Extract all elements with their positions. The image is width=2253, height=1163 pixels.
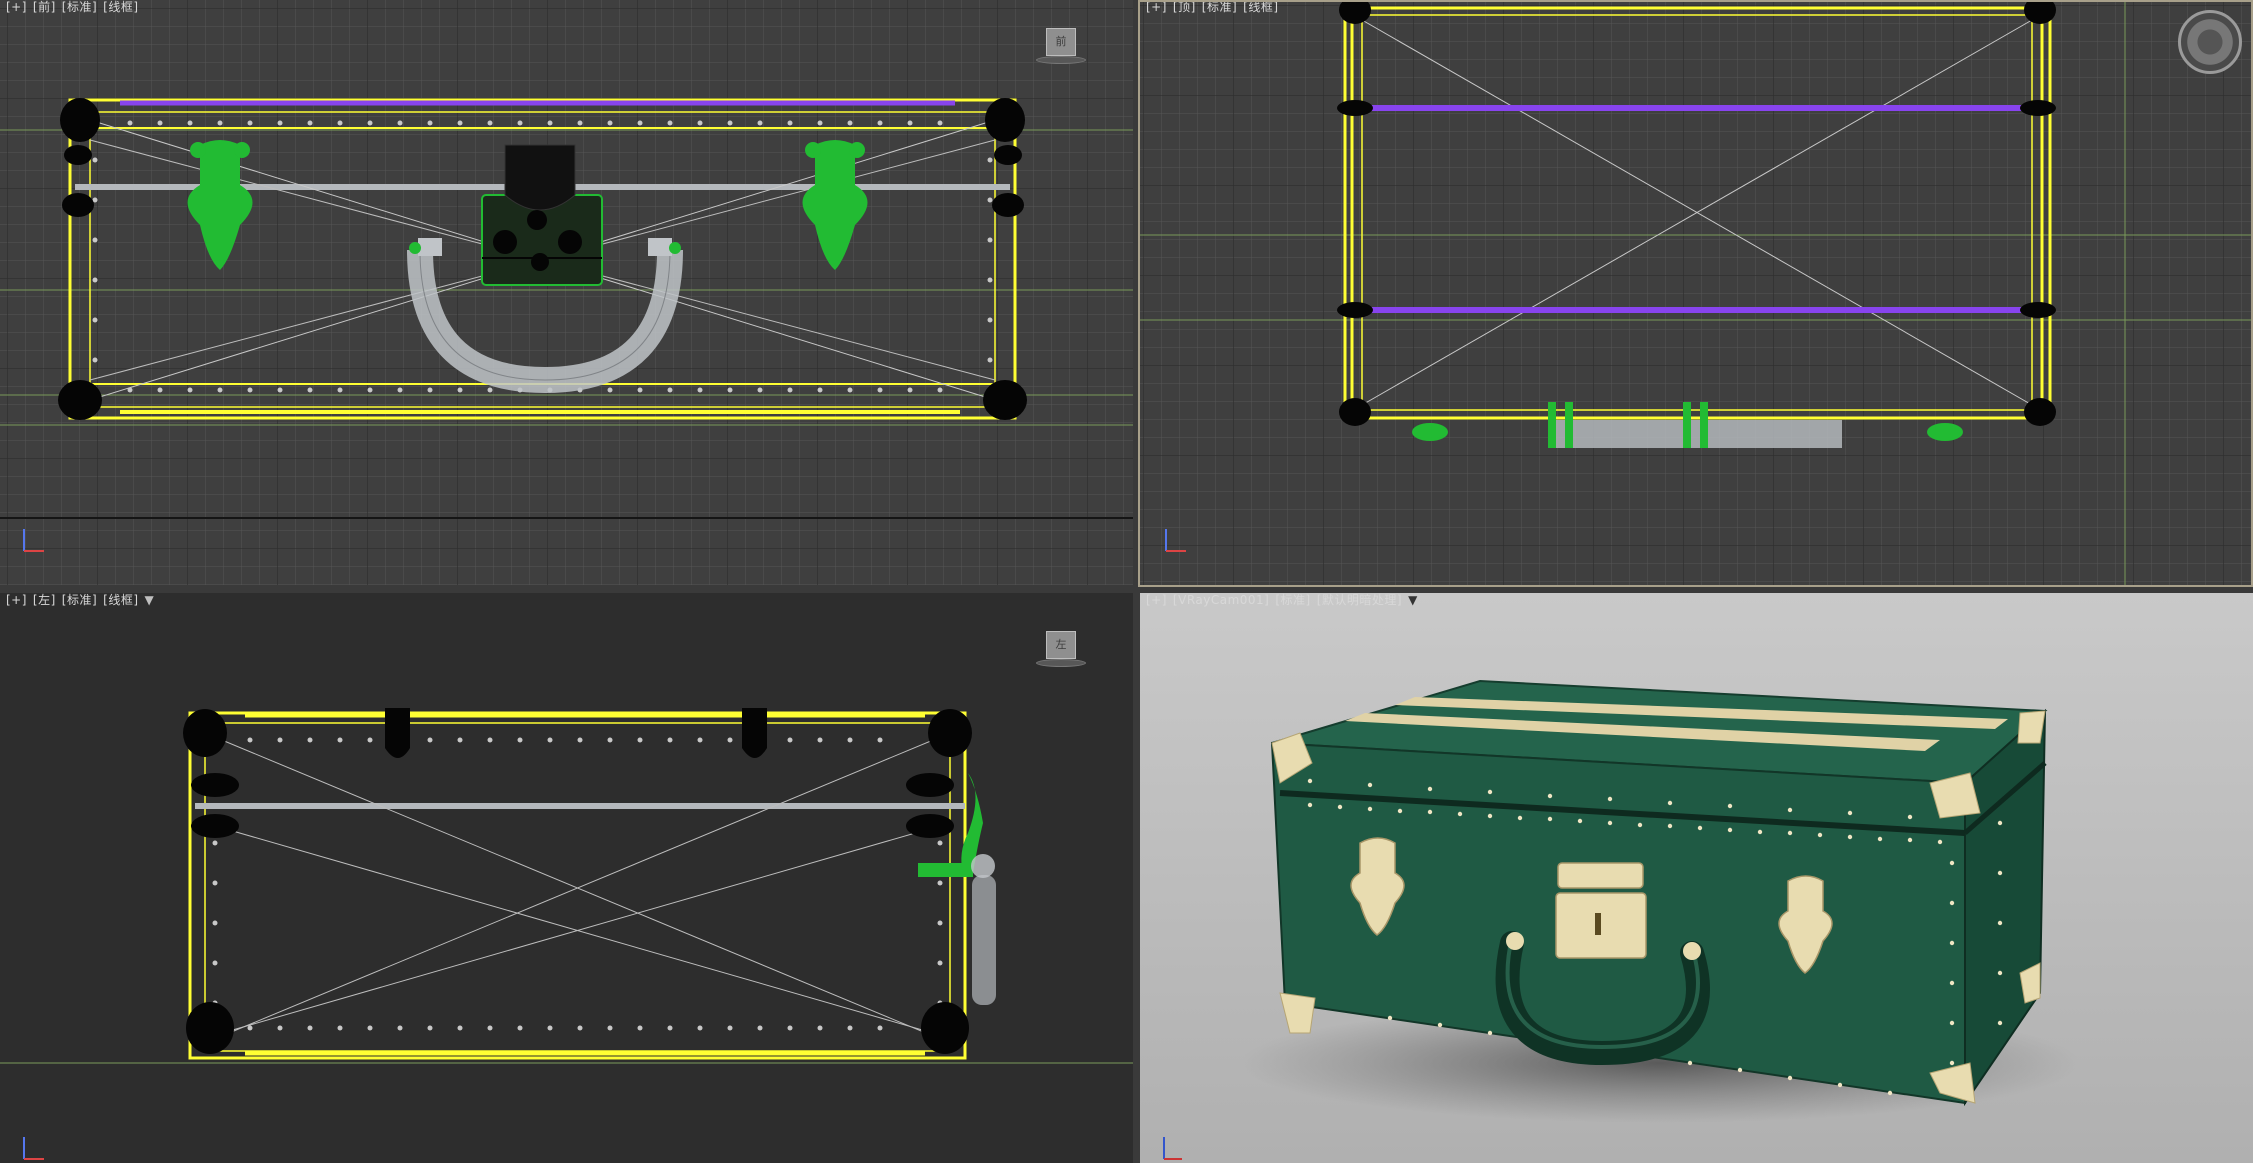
viewport-left-label[interactable]: [+] [左] [标准] [线框] ▼ <box>6 593 160 608</box>
viewcube-base[interactable] <box>1036 56 1086 64</box>
vp-left-shading[interactable]: [线框] <box>103 593 138 607</box>
axis-tripod-icon <box>1163 1137 1182 1160</box>
viewport-left[interactable]: [+] [左] [标准] [线框] ▼ 左 <box>0 593 1133 1163</box>
viewcube-left[interactable]: 左 <box>1036 629 1086 669</box>
viewcube-base[interactable] <box>1036 659 1086 667</box>
vp-top-view[interactable]: [顶] <box>1173 0 1196 14</box>
vp-top-mode[interactable]: [标准] <box>1202 0 1237 14</box>
vp-left-plus[interactable]: [+] <box>6 593 27 607</box>
left-wireframe-case <box>183 708 996 1060</box>
viewcube-front[interactable]: 前 <box>1036 26 1086 66</box>
front-wireframe-case <box>58 98 1027 420</box>
viewport-divider-horizontal[interactable] <box>0 585 2253 593</box>
viewcube-face[interactable]: 左 <box>1046 631 1076 659</box>
filter-icon[interactable]: ▼ <box>1408 593 1418 607</box>
vp-front-plus[interactable]: [+] <box>6 0 27 14</box>
top-wireframe-case <box>1337 0 2056 448</box>
vp-cam-mode[interactable]: [标准] <box>1275 593 1310 607</box>
vp-top-plus[interactable]: [+] <box>1146 0 1167 14</box>
axis-tripod-icon <box>23 529 44 552</box>
vp-front-mode[interactable]: [标准] <box>62 0 97 14</box>
max-viewport-layout: [+] [前] [标准] [线框] 前 [+] [顶] [标准] [线框] [+… <box>0 0 2253 1163</box>
axis-tripod-icon <box>23 1137 44 1160</box>
viewport-front[interactable]: [+] [前] [标准] [线框] 前 <box>0 0 1133 585</box>
viewport-top[interactable]: [+] [顶] [标准] [线框] <box>1140 0 2253 585</box>
viewcube-face[interactable]: 前 <box>1046 28 1076 56</box>
vp-cam-shading[interactable]: [默认明暗处理] <box>1317 593 1402 607</box>
vp-front-view[interactable]: [前] <box>33 0 56 14</box>
vp-left-mode[interactable]: [标准] <box>62 593 97 607</box>
viewport-top-label[interactable]: [+] [顶] [标准] [线框] <box>1146 0 1285 15</box>
vp-cam-camera[interactable]: [VRayCam001] <box>1173 593 1269 607</box>
axis-tripod-icon <box>1165 529 1186 552</box>
vp-cam-plus[interactable]: [+] <box>1146 593 1167 607</box>
filter-icon[interactable]: ▼ <box>145 593 155 607</box>
vp-top-shading[interactable]: [线框] <box>1243 0 1278 14</box>
navigation-wheel-icon[interactable] <box>2178 10 2242 74</box>
vp-front-shading[interactable]: [线框] <box>103 0 138 14</box>
viewport-front-label[interactable]: [+] [前] [标准] [线框] <box>6 0 145 15</box>
viewport-camera-label[interactable]: [+] [VRayCam001] [标准] [默认明暗处理] ▼ <box>1146 593 1424 608</box>
viewport-camera[interactable]: [+] [VRayCam001] [标准] [默认明暗处理] ▼ <box>1140 593 2253 1163</box>
viewport-divider-vertical[interactable] <box>1133 0 1140 1163</box>
vp-left-view[interactable]: [左] <box>33 593 56 607</box>
camera-render-case <box>1140 593 2253 1163</box>
